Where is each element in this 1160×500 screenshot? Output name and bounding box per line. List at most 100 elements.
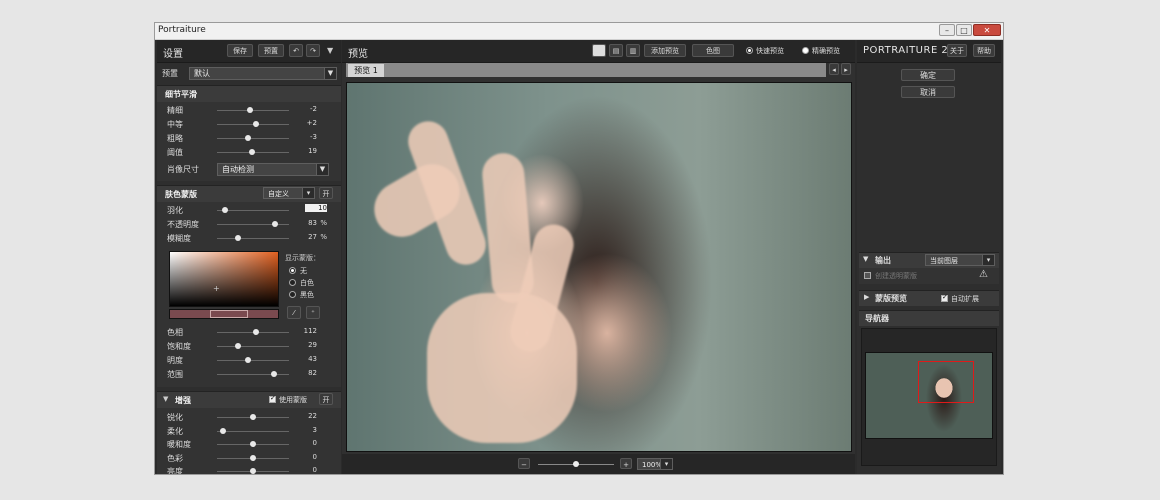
detail-slider-row: 粗略 -3 (157, 132, 341, 144)
skin-slider-slider[interactable] (217, 238, 289, 239)
redo-icon[interactable]: ↷ (306, 44, 320, 57)
enhance-slider-slider-knob[interactable] (250, 414, 256, 420)
skin-slider-slider[interactable] (217, 224, 289, 225)
skin-slider-slider-knob[interactable] (222, 207, 228, 213)
enhance-slider-slider-knob[interactable] (250, 468, 256, 474)
add-preview-button[interactable]: 添加预览 (644, 44, 686, 57)
compare-button[interactable]: 色图 (692, 44, 734, 57)
skin-slider-slider-knob[interactable] (272, 221, 278, 227)
preset-button[interactable]: 预置 (258, 44, 284, 57)
detail-slider-slider-knob[interactable] (245, 135, 251, 141)
enhance-slider-slider-knob[interactable] (220, 427, 226, 434)
mask-option-label: 无 (300, 267, 307, 275)
detail-slider-slider[interactable] (217, 110, 289, 111)
about-button[interactable]: 关于 (947, 44, 967, 57)
enhance-slider-label: 亮度 (167, 467, 183, 475)
mask-preview-header[interactable]: ▶ 蒙版预览 自动扩展 (859, 290, 999, 306)
hsl-slider-slider-knob[interactable] (271, 371, 277, 377)
split-horizontal-icon[interactable]: ▤ (609, 44, 623, 57)
portrait-size-select[interactable]: 自动检测 ▼ (217, 163, 329, 176)
skin-mask-section: 肤色蒙版 自定义 ▾ 开 羽化 10 不透明度 83% 模糊度 27% + 显示蒙版： 无… (157, 185, 341, 387)
skin-slider-slider-knob[interactable] (235, 235, 241, 241)
ok-button[interactable]: 确定 (901, 69, 955, 81)
cancel-button[interactable]: 取消 (901, 86, 955, 98)
detail-slider-slider-knob[interactable] (253, 121, 259, 127)
enhance-section: ▼ 增强 使用蒙版 开 锐化 22 柔化 3 暖和度 0 色彩 0 亮度 0 (157, 391, 341, 475)
navigator-thumbnail[interactable] (865, 352, 993, 439)
hsl-slider-label: 范围 (167, 370, 183, 379)
hue-range-bar[interactable] (169, 309, 279, 319)
detail-header[interactable]: 细节平滑 (157, 85, 341, 102)
skin-mask-header[interactable]: 肤色蒙版 自定义 ▾ 开 (157, 185, 341, 202)
hsl-slider-slider-knob[interactable] (253, 329, 259, 335)
output-header[interactable]: ▼ 输出 当前图层 ▾ (859, 252, 999, 268)
mask-option-radio[interactable] (289, 267, 296, 274)
navigator-viewport-rect[interactable] (918, 361, 974, 403)
mask-option-radio[interactable] (289, 291, 296, 298)
mask-option-label: 黑色 (300, 291, 314, 299)
maximize-button[interactable]: □ (956, 24, 972, 36)
split-vertical-icon[interactable]: ▥ (626, 44, 640, 57)
menu-arrow-icon[interactable]: ▼ (327, 46, 333, 55)
hsl-slider-slider[interactable] (217, 360, 289, 361)
detail-slider-row: 中等 +2 (157, 118, 341, 130)
detail-slider-label: 精细 (167, 106, 183, 115)
close-button[interactable]: ✕ (973, 24, 1001, 36)
skin-mode-select[interactable]: 自定义 ▾ (263, 187, 315, 199)
enhance-header[interactable]: ▼ 增强 使用蒙版 开 (157, 391, 341, 408)
single-view-icon[interactable] (592, 44, 606, 57)
enhance-slider-value: 22 (308, 412, 317, 420)
hsl-slider-slider-knob[interactable] (235, 343, 241, 349)
minimize-button[interactable]: – (939, 24, 955, 36)
hue-range-handle[interactable] (210, 310, 248, 318)
mask-option-radio[interactable] (289, 279, 296, 286)
collapse-arrow-icon: ▼ (863, 255, 869, 263)
eyedropper-plus-icon[interactable]: ⁺ (306, 306, 320, 319)
auto-expand-label: 自动扩展 (951, 295, 979, 303)
save-button[interactable]: 保存 (227, 44, 253, 57)
enhance-toggle-button[interactable]: 开 (319, 393, 333, 405)
detail-slider-slider-knob[interactable] (249, 149, 255, 155)
hsl-slider-slider[interactable] (217, 374, 289, 375)
new-layer-checkbox[interactable] (864, 272, 871, 279)
detail-slider-value: -2 (310, 105, 317, 113)
zoom-in-button[interactable]: + (620, 458, 632, 469)
tab-preview-1[interactable]: 预览 1 (348, 64, 384, 77)
help-button[interactable]: 帮助 (973, 44, 995, 57)
use-mask-checkbox[interactable] (269, 394, 276, 403)
tab-prev-icon[interactable]: ◂ (829, 63, 839, 75)
enhance-slider-slider-knob[interactable] (250, 441, 256, 447)
enhance-slider-slider-knob[interactable] (250, 454, 256, 461)
hsl-slider-slider-knob[interactable] (245, 357, 251, 363)
auto-expand-checkbox[interactable] (941, 293, 948, 302)
fast-preview-radio[interactable] (746, 47, 753, 54)
preset-select[interactable]: 默认 ▼ (189, 67, 337, 80)
hsl-slider-slider[interactable] (217, 346, 289, 347)
zoom-out-button[interactable]: − (518, 458, 530, 469)
zoom-value: 100% (642, 461, 663, 469)
brand-header: PORTRAITURE 2 关于 帮助 (857, 40, 1001, 63)
detail-slider-slider-knob[interactable] (247, 107, 253, 113)
tab-next-icon[interactable]: ▸ (841, 63, 851, 75)
enhance-slider-label: 锐化 (167, 413, 183, 422)
zoom-slider[interactable] (538, 461, 614, 467)
enhance-slider-slider[interactable] (217, 430, 289, 432)
skin-toggle-button[interactable]: 开 (319, 187, 333, 199)
detail-slider-slider[interactable] (217, 138, 289, 139)
eyedropper-icon[interactable]: ⁄ (287, 306, 301, 319)
output-select[interactable]: 当前图层 ▾ (925, 254, 995, 266)
accurate-preview-radio[interactable] (802, 47, 809, 54)
zoom-select[interactable]: 100% ▾ (637, 458, 673, 470)
enhance-title: 增强 (175, 396, 191, 405)
detail-slider-value: -3 (310, 133, 317, 141)
detail-slider-value: +2 (306, 119, 317, 127)
color-picker-field[interactable]: + (169, 251, 279, 307)
hsl-slider-row: 明度 43 (157, 354, 341, 366)
output-label: 输出 (875, 256, 891, 265)
zoom-slider-knob[interactable] (573, 461, 579, 467)
feather-value-input[interactable]: 10 (305, 204, 327, 212)
use-mask-label: 使用蒙版 (279, 396, 307, 404)
enhance-slider-label: 色彩 (167, 453, 183, 463)
undo-icon[interactable]: ↶ (289, 44, 303, 57)
preview-image[interactable] (346, 82, 852, 452)
